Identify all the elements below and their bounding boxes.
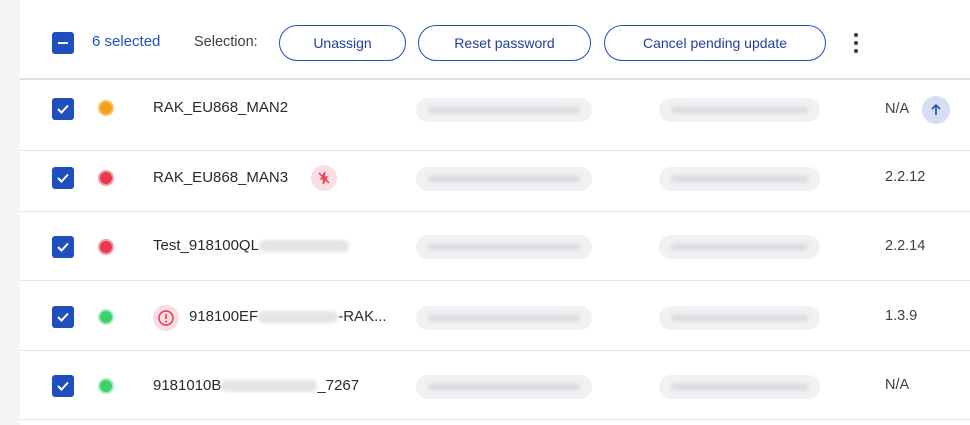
firmware-version: N/A: [885, 101, 910, 117]
arrow-up-icon[interactable]: [922, 96, 950, 124]
unassign-button[interactable]: Unassign: [279, 25, 406, 61]
checkmark-icon: [57, 104, 69, 114]
redacted-name-part: [221, 380, 318, 393]
device-name[interactable]: 9181010B _7267: [153, 377, 359, 394]
redacted-field: [659, 98, 820, 122]
row-checkbox[interactable]: [52, 375, 74, 397]
redacted-field: [659, 375, 820, 399]
device-name[interactable]: Test_918100QL: [153, 237, 349, 254]
firmware-version: 1.3.9: [885, 308, 918, 324]
redacted-field: [416, 167, 592, 191]
redacted-field: [659, 235, 820, 259]
redacted-field: [659, 306, 820, 330]
table-row[interactable]: RAK_EU868_MAN2 N/A: [20, 82, 970, 151]
reset-password-button[interactable]: Reset password: [418, 25, 591, 61]
table-row[interactable]: 9181010B _7267 N/A: [20, 351, 970, 420]
devices-panel: 6 selected Selection: Unassign Reset pas…: [20, 0, 970, 425]
redacted-field: [416, 235, 592, 259]
kebab-vertical-icon[interactable]: [846, 30, 866, 56]
redacted-field: [659, 167, 820, 191]
table-row[interactable]: 918100EF -RAK... 1.3.9: [20, 282, 970, 351]
device-name[interactable]: 918100EF -RAK...: [189, 308, 387, 325]
firmware-version: N/A: [885, 377, 910, 393]
device-name[interactable]: RAK_EU868_MAN2: [153, 99, 288, 116]
device-name[interactable]: RAK_EU868_MAN3: [153, 169, 288, 186]
checkmark-icon: [57, 312, 69, 322]
cancel-pending-update-button[interactable]: Cancel pending update: [604, 25, 826, 61]
status-dot-red: [98, 239, 114, 255]
table-row[interactable]: RAK_EU868_MAN3 2.2.12: [20, 143, 970, 212]
connection-off-icon: [311, 165, 337, 191]
checkmark-icon: [57, 242, 69, 252]
select-all-checkbox[interactable]: [52, 32, 74, 54]
checkmark-icon: [57, 381, 69, 391]
status-dot-orange: [98, 100, 114, 116]
selection-label: Selection:: [194, 34, 258, 50]
selected-count: 6 selected: [92, 33, 161, 50]
firmware-version: 2.2.12: [885, 169, 926, 185]
row-checkbox[interactable]: [52, 236, 74, 258]
status-dot-green: [98, 378, 114, 394]
status-dot-green: [98, 309, 114, 325]
alert-circle-icon: [153, 305, 179, 331]
table-row[interactable]: Test_918100QL 2.2.14: [20, 212, 970, 281]
row-checkbox[interactable]: [52, 167, 74, 189]
redacted-field: [416, 98, 592, 122]
checkmark-icon: [57, 173, 69, 183]
firmware-version: 2.2.14: [885, 238, 926, 254]
redacted-field: [416, 375, 592, 399]
row-checkbox[interactable]: [52, 306, 74, 328]
bulk-selection-toolbar: 6 selected Selection: Unassign Reset pas…: [20, 0, 970, 80]
row-checkbox[interactable]: [52, 98, 74, 120]
redacted-name-part: [258, 311, 339, 324]
status-dot-red: [98, 170, 114, 186]
redacted-field: [416, 306, 592, 330]
redacted-name-part: [258, 240, 349, 253]
minus-icon: [58, 42, 68, 44]
